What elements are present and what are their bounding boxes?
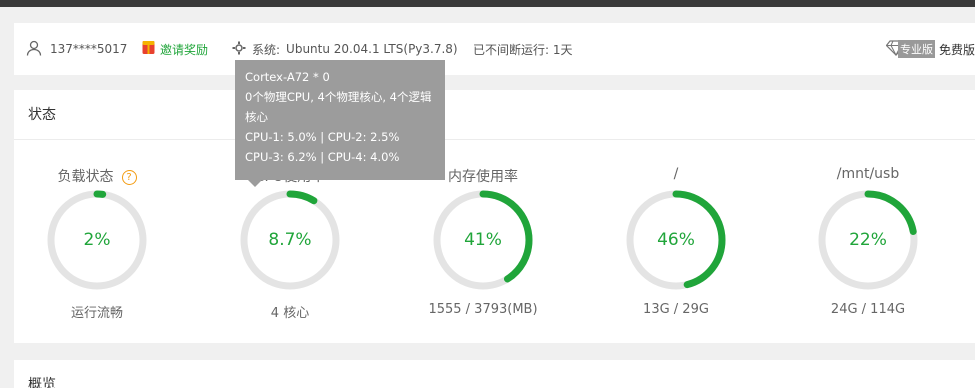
gauge-subtext: 13G / 29G bbox=[643, 302, 709, 317]
gauge-label: / bbox=[616, 166, 736, 182]
gauge-value: 2% bbox=[83, 230, 111, 250]
user-icon bbox=[26, 40, 42, 59]
gift-icon bbox=[142, 40, 155, 58]
gauge-value: 46% bbox=[657, 230, 695, 250]
gauge-label-text: 负载状态 bbox=[57, 169, 114, 185]
gauge-subtext: 24G / 114G bbox=[830, 302, 906, 317]
overview-panel: 概览 bbox=[14, 360, 975, 388]
gauge-label-text: 内存使用率 bbox=[448, 169, 518, 185]
gauge-subtext: 1555 / 3793(MB) bbox=[428, 302, 538, 317]
system-value: Ubuntu 20.04.1 LTS(Py3.7.8) bbox=[286, 42, 458, 56]
status-panel: 状态 负载状态?2%运行流畅CPU使用率8.7%4 核心内存使用率41%1555… bbox=[14, 90, 975, 343]
tooltip-cpu-usage-1: CPU-1: 5.0% | CPU-2: 2.5% bbox=[245, 130, 400, 144]
gauge-label-text: / bbox=[673, 166, 679, 182]
header-bar: 137****5017 邀请奖励 系统: Ubuntu 20.04.1 LTS(… bbox=[14, 23, 975, 75]
user-account[interactable]: 137****5017 bbox=[26, 23, 127, 75]
pro-edition-badge[interactable]: 专业版 bbox=[897, 40, 935, 58]
top-bar bbox=[0, 0, 975, 7]
help-icon[interactable]: ? bbox=[121, 170, 137, 185]
free-edition-label: 免费版 bbox=[938, 42, 975, 57]
gauge-4: /mnt/usb 22% 24G / 114G bbox=[808, 90, 928, 343]
gauge-value: 22% bbox=[849, 230, 887, 250]
invite-reward-link[interactable]: 邀请奖励 bbox=[142, 23, 208, 75]
overview-title: 概览 bbox=[28, 377, 56, 388]
system-gear-icon bbox=[232, 41, 246, 58]
gauge-label-text: /mnt/usb bbox=[836, 166, 900, 182]
gauge-value: 41% bbox=[464, 230, 502, 250]
gauge-label: /mnt/usb bbox=[808, 166, 928, 182]
edition-info[interactable]: 专业版 免费版 bbox=[885, 23, 975, 75]
invite-label: 邀请奖励 bbox=[160, 42, 209, 57]
tooltip-cpu-model: Cortex-A72 * 0 bbox=[245, 70, 330, 84]
gauge-subtext: 4 核心 bbox=[270, 306, 310, 321]
uptime-text: 已不间断运行: 1天 bbox=[473, 42, 573, 57]
tooltip-cpu-usage-2: CPU-3: 6.2% | CPU-4: 4.0% bbox=[245, 150, 400, 164]
gauge-3: / 46% 13G / 29G bbox=[616, 90, 736, 343]
tooltip-cpu-cores: 0个物理CPU, 4个物理核心, 4个逻辑核心 bbox=[245, 90, 432, 124]
gauge-0: 负载状态? 2% 运行流畅 bbox=[37, 90, 157, 343]
user-phone: 137****5017 bbox=[50, 42, 128, 56]
gauge-label: 负载状态? bbox=[37, 166, 157, 186]
tooltip-arrow bbox=[248, 180, 262, 187]
gauge-value: 8.7% bbox=[268, 230, 312, 250]
system-label: 系统: bbox=[252, 42, 281, 57]
cpu-tooltip: Cortex-A72 * 0 0个物理CPU, 4个物理核心, 4个逻辑核心 C… bbox=[235, 60, 445, 180]
gauge-subtext: 运行流畅 bbox=[70, 306, 123, 321]
